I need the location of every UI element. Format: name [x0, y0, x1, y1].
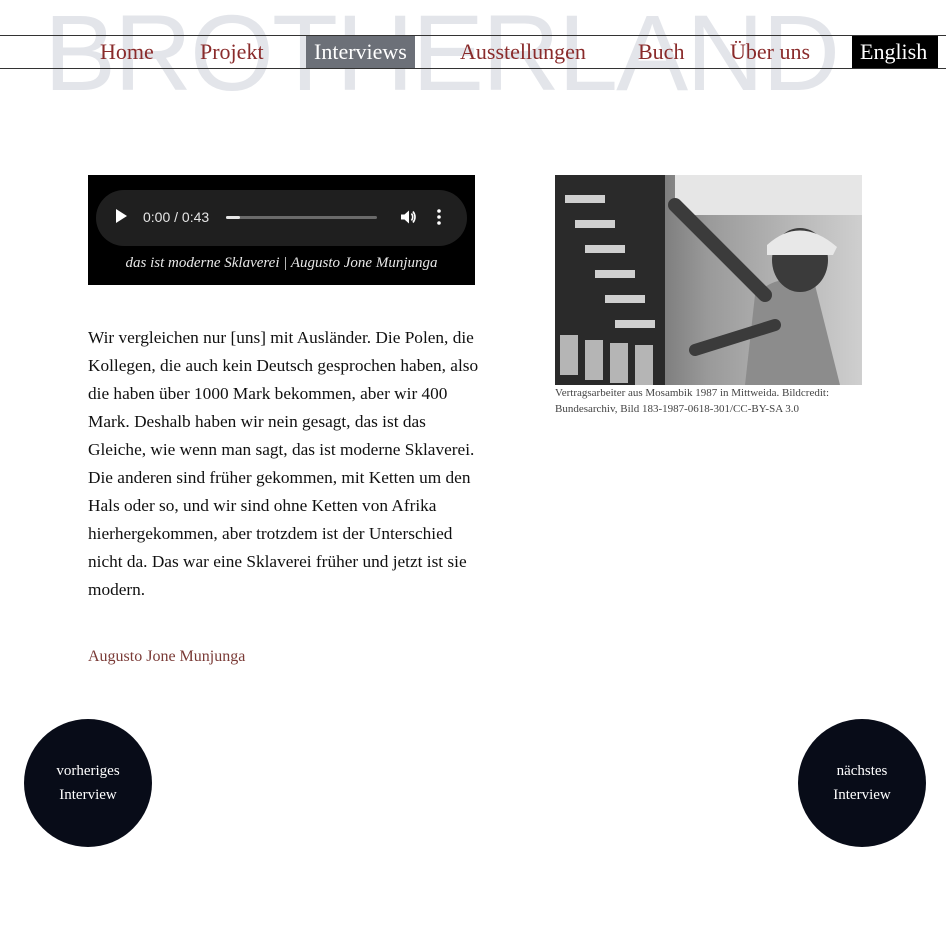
main-nav: Home Projekt Interviews Ausstellungen Bu… [0, 35, 946, 69]
quote-author: Augusto Jone Munjunga [88, 648, 246, 665]
more-options-icon[interactable] [436, 208, 442, 231]
next-interview-button[interactable]: nächstes Interview [798, 719, 926, 847]
audio-caption: das ist moderne Sklaverei | Augusto Jone… [125, 255, 438, 271]
audio-progress-bar[interactable] [226, 216, 377, 219]
audio-progress-fill [226, 216, 240, 219]
nav-buch[interactable]: Buch [630, 36, 692, 68]
next-interview-line2: Interview [833, 787, 891, 803]
nav-ausstellungen[interactable]: Ausstellungen [452, 36, 594, 68]
audio-player: 0:00 / 0:43 [96, 190, 467, 246]
language-switch[interactable]: English [852, 36, 938, 68]
photo-caption: Vertragsarbeiter aus Mosambik 1987 in Mi… [555, 387, 830, 415]
previous-interview-line1: vorheriges [56, 763, 120, 779]
audio-time: 0:00 / 0:43 [143, 209, 210, 225]
previous-interview-button[interactable]: vorheriges Interview [24, 719, 152, 847]
play-icon[interactable] [116, 209, 127, 223]
nav-projekt[interactable]: Projekt [192, 36, 272, 68]
interview-quote: Wir vergleichen nur [uns] mit Ausländer.… [88, 328, 479, 599]
worker-photo [555, 175, 862, 385]
nav-home[interactable]: Home [92, 36, 162, 68]
worker-photo-image [555, 175, 862, 385]
volume-icon[interactable] [399, 208, 417, 231]
nav-interviews[interactable]: Interviews [306, 36, 415, 68]
audio-block: 0:00 / 0:43 das ist moderne Sklaverei | … [88, 175, 475, 285]
previous-interview-line2: Interview [59, 787, 117, 803]
nav-ueber-uns[interactable]: Über uns [722, 36, 818, 68]
next-interview-line1: nächstes [836, 763, 888, 779]
